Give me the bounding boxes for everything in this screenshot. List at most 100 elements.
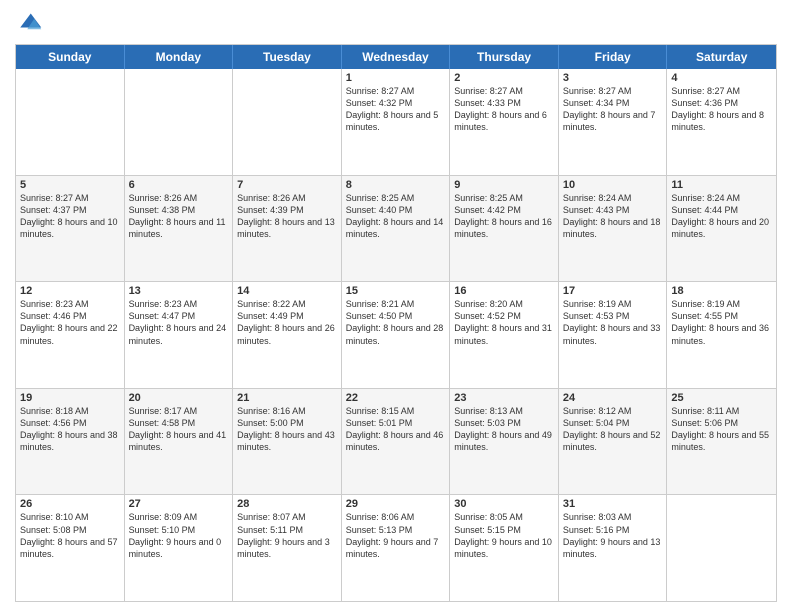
logo xyxy=(15,10,47,38)
cell-info: Sunrise: 8:27 AM Sunset: 4:36 PM Dayligh… xyxy=(671,85,772,134)
day-cell-22: 22Sunrise: 8:15 AM Sunset: 5:01 PM Dayli… xyxy=(342,389,451,495)
cell-info: Sunrise: 8:27 AM Sunset: 4:34 PM Dayligh… xyxy=(563,85,663,134)
day-cell-13: 13Sunrise: 8:23 AM Sunset: 4:47 PM Dayli… xyxy=(125,282,234,388)
day-number: 22 xyxy=(346,392,446,404)
page: SundayMondayTuesdayWednesdayThursdayFrid… xyxy=(0,0,792,612)
logo-icon xyxy=(15,10,43,38)
day-number: 26 xyxy=(20,498,120,510)
day-cell-11: 11Sunrise: 8:24 AM Sunset: 4:44 PM Dayli… xyxy=(667,176,776,282)
day-cell-19: 19Sunrise: 8:18 AM Sunset: 4:56 PM Dayli… xyxy=(16,389,125,495)
cell-info: Sunrise: 8:09 AM Sunset: 5:10 PM Dayligh… xyxy=(129,511,229,560)
day-number: 2 xyxy=(454,72,554,84)
day-number: 7 xyxy=(237,179,337,191)
cell-info: Sunrise: 8:21 AM Sunset: 4:50 PM Dayligh… xyxy=(346,298,446,347)
day-number: 13 xyxy=(129,285,229,297)
cell-info: Sunrise: 8:12 AM Sunset: 5:04 PM Dayligh… xyxy=(563,405,663,454)
day-cell-9: 9Sunrise: 8:25 AM Sunset: 4:42 PM Daylig… xyxy=(450,176,559,282)
day-cell-16: 16Sunrise: 8:20 AM Sunset: 4:52 PM Dayli… xyxy=(450,282,559,388)
cell-info: Sunrise: 8:07 AM Sunset: 5:11 PM Dayligh… xyxy=(237,511,337,560)
day-number: 16 xyxy=(454,285,554,297)
day-cell-29: 29Sunrise: 8:06 AM Sunset: 5:13 PM Dayli… xyxy=(342,495,451,601)
day-number: 9 xyxy=(454,179,554,191)
day-cell-24: 24Sunrise: 8:12 AM Sunset: 5:04 PM Dayli… xyxy=(559,389,668,495)
cell-info: Sunrise: 8:06 AM Sunset: 5:13 PM Dayligh… xyxy=(346,511,446,560)
cell-info: Sunrise: 8:22 AM Sunset: 4:49 PM Dayligh… xyxy=(237,298,337,347)
calendar-row-3: 12Sunrise: 8:23 AM Sunset: 4:46 PM Dayli… xyxy=(16,282,776,389)
day-number: 18 xyxy=(671,285,772,297)
cell-info: Sunrise: 8:26 AM Sunset: 4:39 PM Dayligh… xyxy=(237,192,337,241)
header-day-tuesday: Tuesday xyxy=(233,45,342,69)
day-number: 4 xyxy=(671,72,772,84)
day-cell-10: 10Sunrise: 8:24 AM Sunset: 4:43 PM Dayli… xyxy=(559,176,668,282)
cell-info: Sunrise: 8:25 AM Sunset: 4:42 PM Dayligh… xyxy=(454,192,554,241)
day-cell-3: 3Sunrise: 8:27 AM Sunset: 4:34 PM Daylig… xyxy=(559,69,668,175)
day-number: 24 xyxy=(563,392,663,404)
day-cell-1: 1Sunrise: 8:27 AM Sunset: 4:32 PM Daylig… xyxy=(342,69,451,175)
day-number: 29 xyxy=(346,498,446,510)
day-cell-2: 2Sunrise: 8:27 AM Sunset: 4:33 PM Daylig… xyxy=(450,69,559,175)
cell-info: Sunrise: 8:27 AM Sunset: 4:32 PM Dayligh… xyxy=(346,85,446,134)
day-number: 17 xyxy=(563,285,663,297)
cell-info: Sunrise: 8:17 AM Sunset: 4:58 PM Dayligh… xyxy=(129,405,229,454)
calendar-header: SundayMondayTuesdayWednesdayThursdayFrid… xyxy=(16,45,776,69)
header-day-friday: Friday xyxy=(559,45,668,69)
cell-info: Sunrise: 8:24 AM Sunset: 4:44 PM Dayligh… xyxy=(671,192,772,241)
day-number: 28 xyxy=(237,498,337,510)
cell-info: Sunrise: 8:20 AM Sunset: 4:52 PM Dayligh… xyxy=(454,298,554,347)
day-number: 8 xyxy=(346,179,446,191)
day-cell-30: 30Sunrise: 8:05 AM Sunset: 5:15 PM Dayli… xyxy=(450,495,559,601)
day-number: 14 xyxy=(237,285,337,297)
day-cell-empty-0-0 xyxy=(16,69,125,175)
day-number: 1 xyxy=(346,72,446,84)
day-number: 21 xyxy=(237,392,337,404)
day-cell-12: 12Sunrise: 8:23 AM Sunset: 4:46 PM Dayli… xyxy=(16,282,125,388)
day-number: 30 xyxy=(454,498,554,510)
day-number: 23 xyxy=(454,392,554,404)
day-cell-5: 5Sunrise: 8:27 AM Sunset: 4:37 PM Daylig… xyxy=(16,176,125,282)
calendar-row-2: 5Sunrise: 8:27 AM Sunset: 4:37 PM Daylig… xyxy=(16,176,776,283)
header-day-sunday: Sunday xyxy=(16,45,125,69)
day-cell-26: 26Sunrise: 8:10 AM Sunset: 5:08 PM Dayli… xyxy=(16,495,125,601)
cell-info: Sunrise: 8:18 AM Sunset: 4:56 PM Dayligh… xyxy=(20,405,120,454)
day-number: 25 xyxy=(671,392,772,404)
day-cell-21: 21Sunrise: 8:16 AM Sunset: 5:00 PM Dayli… xyxy=(233,389,342,495)
day-cell-empty-4-6 xyxy=(667,495,776,601)
day-number: 11 xyxy=(671,179,772,191)
day-number: 6 xyxy=(129,179,229,191)
cell-info: Sunrise: 8:23 AM Sunset: 4:46 PM Dayligh… xyxy=(20,298,120,347)
calendar: SundayMondayTuesdayWednesdayThursdayFrid… xyxy=(15,44,777,602)
header xyxy=(15,10,777,38)
day-cell-23: 23Sunrise: 8:13 AM Sunset: 5:03 PM Dayli… xyxy=(450,389,559,495)
day-number: 10 xyxy=(563,179,663,191)
cell-info: Sunrise: 8:27 AM Sunset: 4:37 PM Dayligh… xyxy=(20,192,120,241)
day-cell-15: 15Sunrise: 8:21 AM Sunset: 4:50 PM Dayli… xyxy=(342,282,451,388)
day-number: 12 xyxy=(20,285,120,297)
day-cell-27: 27Sunrise: 8:09 AM Sunset: 5:10 PM Dayli… xyxy=(125,495,234,601)
day-number: 31 xyxy=(563,498,663,510)
cell-info: Sunrise: 8:19 AM Sunset: 4:55 PM Dayligh… xyxy=(671,298,772,347)
day-cell-31: 31Sunrise: 8:03 AM Sunset: 5:16 PM Dayli… xyxy=(559,495,668,601)
day-cell-28: 28Sunrise: 8:07 AM Sunset: 5:11 PM Dayli… xyxy=(233,495,342,601)
day-cell-8: 8Sunrise: 8:25 AM Sunset: 4:40 PM Daylig… xyxy=(342,176,451,282)
cell-info: Sunrise: 8:23 AM Sunset: 4:47 PM Dayligh… xyxy=(129,298,229,347)
calendar-row-4: 19Sunrise: 8:18 AM Sunset: 4:56 PM Dayli… xyxy=(16,389,776,496)
cell-info: Sunrise: 8:05 AM Sunset: 5:15 PM Dayligh… xyxy=(454,511,554,560)
cell-info: Sunrise: 8:16 AM Sunset: 5:00 PM Dayligh… xyxy=(237,405,337,454)
day-cell-empty-0-2 xyxy=(233,69,342,175)
day-cell-14: 14Sunrise: 8:22 AM Sunset: 4:49 PM Dayli… xyxy=(233,282,342,388)
day-cell-empty-0-1 xyxy=(125,69,234,175)
cell-info: Sunrise: 8:11 AM Sunset: 5:06 PM Dayligh… xyxy=(671,405,772,454)
header-day-saturday: Saturday xyxy=(667,45,776,69)
cell-info: Sunrise: 8:15 AM Sunset: 5:01 PM Dayligh… xyxy=(346,405,446,454)
cell-info: Sunrise: 8:26 AM Sunset: 4:38 PM Dayligh… xyxy=(129,192,229,241)
day-cell-4: 4Sunrise: 8:27 AM Sunset: 4:36 PM Daylig… xyxy=(667,69,776,175)
cell-info: Sunrise: 8:27 AM Sunset: 4:33 PM Dayligh… xyxy=(454,85,554,134)
day-number: 15 xyxy=(346,285,446,297)
day-cell-7: 7Sunrise: 8:26 AM Sunset: 4:39 PM Daylig… xyxy=(233,176,342,282)
day-number: 27 xyxy=(129,498,229,510)
day-number: 5 xyxy=(20,179,120,191)
day-cell-20: 20Sunrise: 8:17 AM Sunset: 4:58 PM Dayli… xyxy=(125,389,234,495)
header-day-monday: Monday xyxy=(125,45,234,69)
cell-info: Sunrise: 8:03 AM Sunset: 5:16 PM Dayligh… xyxy=(563,511,663,560)
cell-info: Sunrise: 8:24 AM Sunset: 4:43 PM Dayligh… xyxy=(563,192,663,241)
